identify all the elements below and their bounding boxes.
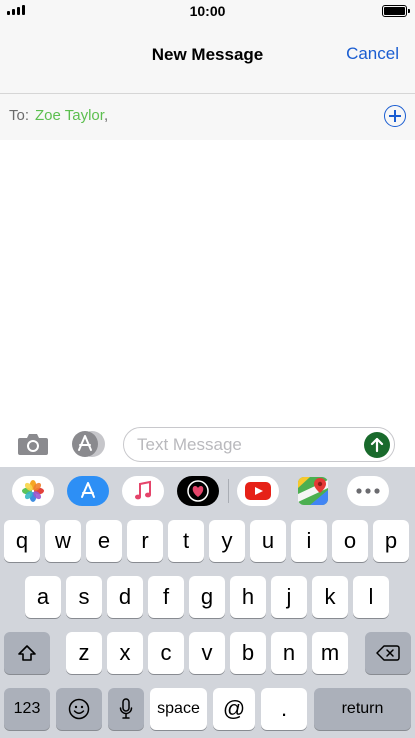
key-v[interactable]: v xyxy=(189,632,225,674)
key-t[interactable]: t xyxy=(168,520,204,562)
key-k[interactable]: k xyxy=(312,576,348,618)
keyboard: q w e r t y u i o p a s d f g h j k l z … xyxy=(0,517,415,738)
more-apps-button[interactable] xyxy=(347,476,389,506)
compose-bar xyxy=(0,423,415,467)
return-key[interactable]: return xyxy=(314,688,411,730)
key-a[interactable]: a xyxy=(25,576,61,618)
to-label: To: xyxy=(9,107,30,124)
recipient-name: Zoe Taylor xyxy=(35,107,104,124)
app-strip xyxy=(0,467,415,517)
key-x[interactable]: x xyxy=(107,632,143,674)
recipient-chip[interactable]: Zoe Taylor, xyxy=(35,107,108,124)
photos-icon xyxy=(22,480,44,502)
app-strip-divider xyxy=(228,479,229,503)
key-e[interactable]: e xyxy=(86,520,122,562)
dictation-key[interactable] xyxy=(108,688,144,730)
key-f[interactable]: f xyxy=(148,576,184,618)
music-app-button[interactable] xyxy=(122,476,164,506)
cancel-button[interactable]: Cancel xyxy=(346,44,399,64)
key-o[interactable]: o xyxy=(332,520,368,562)
key-at[interactable]: @ xyxy=(213,688,255,730)
key-r[interactable]: r xyxy=(127,520,163,562)
navigation-bar: New Message Cancel xyxy=(0,22,415,94)
google-maps-app-button[interactable] xyxy=(292,476,334,506)
key-period[interactable]: . xyxy=(261,688,307,730)
status-time: 10:00 xyxy=(189,3,226,19)
send-button[interactable] xyxy=(364,432,390,458)
space-key[interactable]: space xyxy=(150,688,207,730)
arrow-up-icon xyxy=(370,437,384,453)
app-store-icon[interactable] xyxy=(70,430,106,458)
key-d[interactable]: d xyxy=(107,576,143,618)
key-m[interactable]: m xyxy=(312,632,348,674)
key-p[interactable]: p xyxy=(373,520,409,562)
photos-app-button[interactable] xyxy=(12,476,54,506)
emoji-icon xyxy=(68,698,90,720)
delete-key[interactable] xyxy=(365,632,411,674)
emoji-key[interactable] xyxy=(56,688,102,730)
youtube-icon xyxy=(245,482,271,500)
recipient-separator: , xyxy=(103,107,109,124)
key-q[interactable]: q xyxy=(4,520,40,562)
key-c[interactable]: c xyxy=(148,632,184,674)
app-store-icon xyxy=(81,482,95,498)
message-field[interactable] xyxy=(123,427,395,462)
music-note-icon xyxy=(135,480,151,500)
backspace-icon xyxy=(376,645,400,661)
key-y[interactable]: y xyxy=(209,520,245,562)
key-u[interactable]: u xyxy=(250,520,286,562)
shift-icon xyxy=(18,645,36,661)
key-h[interactable]: h xyxy=(230,576,266,618)
heart-icon xyxy=(187,480,209,502)
key-l[interactable]: l xyxy=(353,576,389,618)
key-w[interactable]: w xyxy=(45,520,81,562)
digital-touch-app-button[interactable] xyxy=(177,476,219,506)
google-maps-icon xyxy=(298,477,328,505)
key-g[interactable]: g xyxy=(189,576,225,618)
status-bar: 10:00 xyxy=(0,0,415,22)
microphone-icon xyxy=(119,698,133,719)
battery-icon xyxy=(382,5,410,17)
youtube-app-button[interactable] xyxy=(237,476,279,506)
camera-icon[interactable] xyxy=(17,432,49,456)
key-b[interactable]: b xyxy=(230,632,266,674)
add-contact-button[interactable] xyxy=(384,105,406,127)
more-icon xyxy=(356,488,380,494)
shift-key[interactable] xyxy=(4,632,50,674)
key-j[interactable]: j xyxy=(271,576,307,618)
app-store-app-button[interactable] xyxy=(67,476,109,506)
key-z[interactable]: z xyxy=(66,632,102,674)
key-n[interactable]: n xyxy=(271,632,307,674)
key-s[interactable]: s xyxy=(66,576,102,618)
message-input[interactable] xyxy=(137,434,357,456)
recipient-row[interactable]: To: Zoe Taylor, xyxy=(0,94,415,140)
key-i[interactable]: i xyxy=(291,520,327,562)
numbers-key[interactable]: 123 xyxy=(4,688,50,730)
